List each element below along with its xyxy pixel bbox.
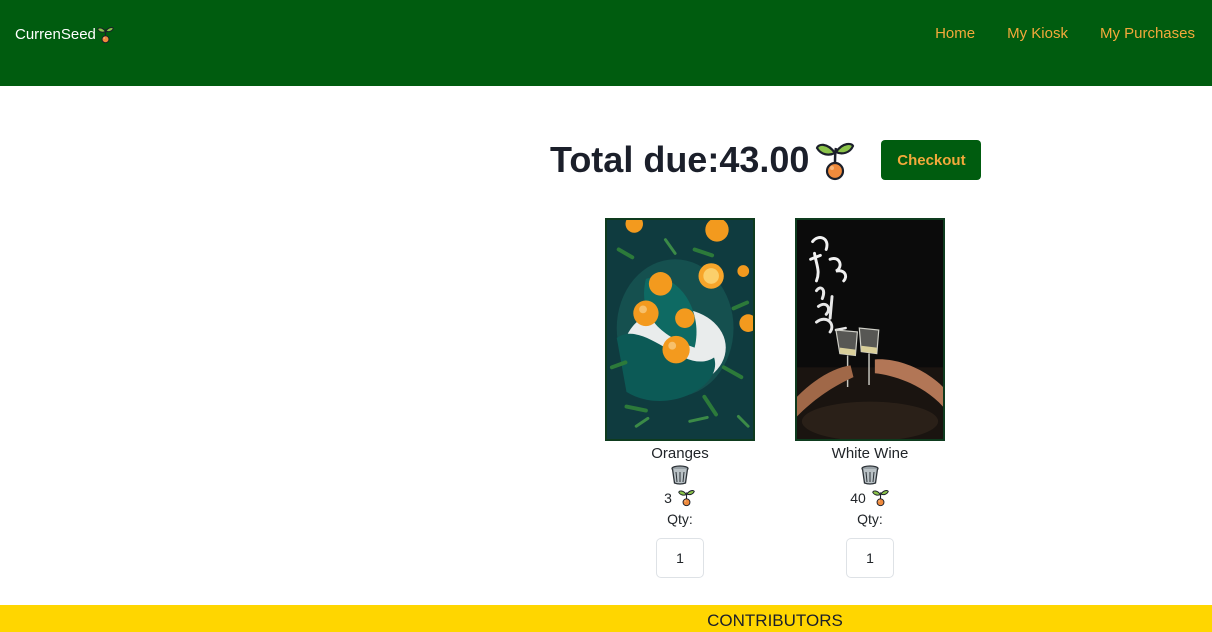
- product-name: Oranges: [651, 445, 709, 462]
- product-image-oranges[interactable]: [605, 218, 755, 441]
- checkout-button[interactable]: Checkout: [881, 140, 982, 180]
- price-value: 3: [664, 489, 672, 506]
- qty-label: Qty:: [667, 511, 693, 527]
- sprout-icon: [871, 488, 890, 507]
- sprout-icon: [813, 138, 857, 182]
- quantity-input[interactable]: [656, 538, 704, 578]
- nav-home[interactable]: Home: [935, 25, 975, 42]
- product-name: White Wine: [831, 445, 909, 462]
- quantity-input[interactable]: [846, 538, 894, 578]
- qty-label: Qty:: [857, 511, 883, 527]
- navbar: CurrenSeed Home My Kiosk My Purchases: [0, 0, 1212, 86]
- brand-name: CurrenSeed: [15, 26, 96, 43]
- contributors-link[interactable]: CONTRIBUTORS: [707, 611, 843, 630]
- product-price: 40: [795, 488, 945, 507]
- product-image-white-wine[interactable]: [795, 218, 945, 441]
- sprout-icon: [677, 488, 696, 507]
- total-row: Total due: 43.00 Checkout: [550, 138, 982, 182]
- sprout-icon: [96, 25, 115, 44]
- total-value: 43.00: [719, 139, 810, 180]
- footer: CONTRIBUTORS: [0, 605, 1212, 632]
- nav-my-purchases[interactable]: My Purchases: [1100, 25, 1195, 42]
- product-card: White Wine 40 Qty:: [795, 218, 945, 578]
- nav-links: Home My Kiosk My Purchases: [935, 25, 1195, 42]
- total-label: Total due:: [550, 139, 720, 180]
- trash-icon[interactable]: [795, 465, 945, 485]
- product-card: Oranges 3 Qty:: [605, 218, 755, 578]
- trash-icon[interactable]: [605, 465, 755, 485]
- nav-my-kiosk[interactable]: My Kiosk: [1007, 25, 1068, 42]
- price-value: 40: [850, 489, 866, 506]
- brand-link[interactable]: CurrenSeed: [15, 25, 115, 44]
- total-due: Total due: 43.00: [550, 138, 857, 182]
- product-price: 3: [605, 488, 755, 507]
